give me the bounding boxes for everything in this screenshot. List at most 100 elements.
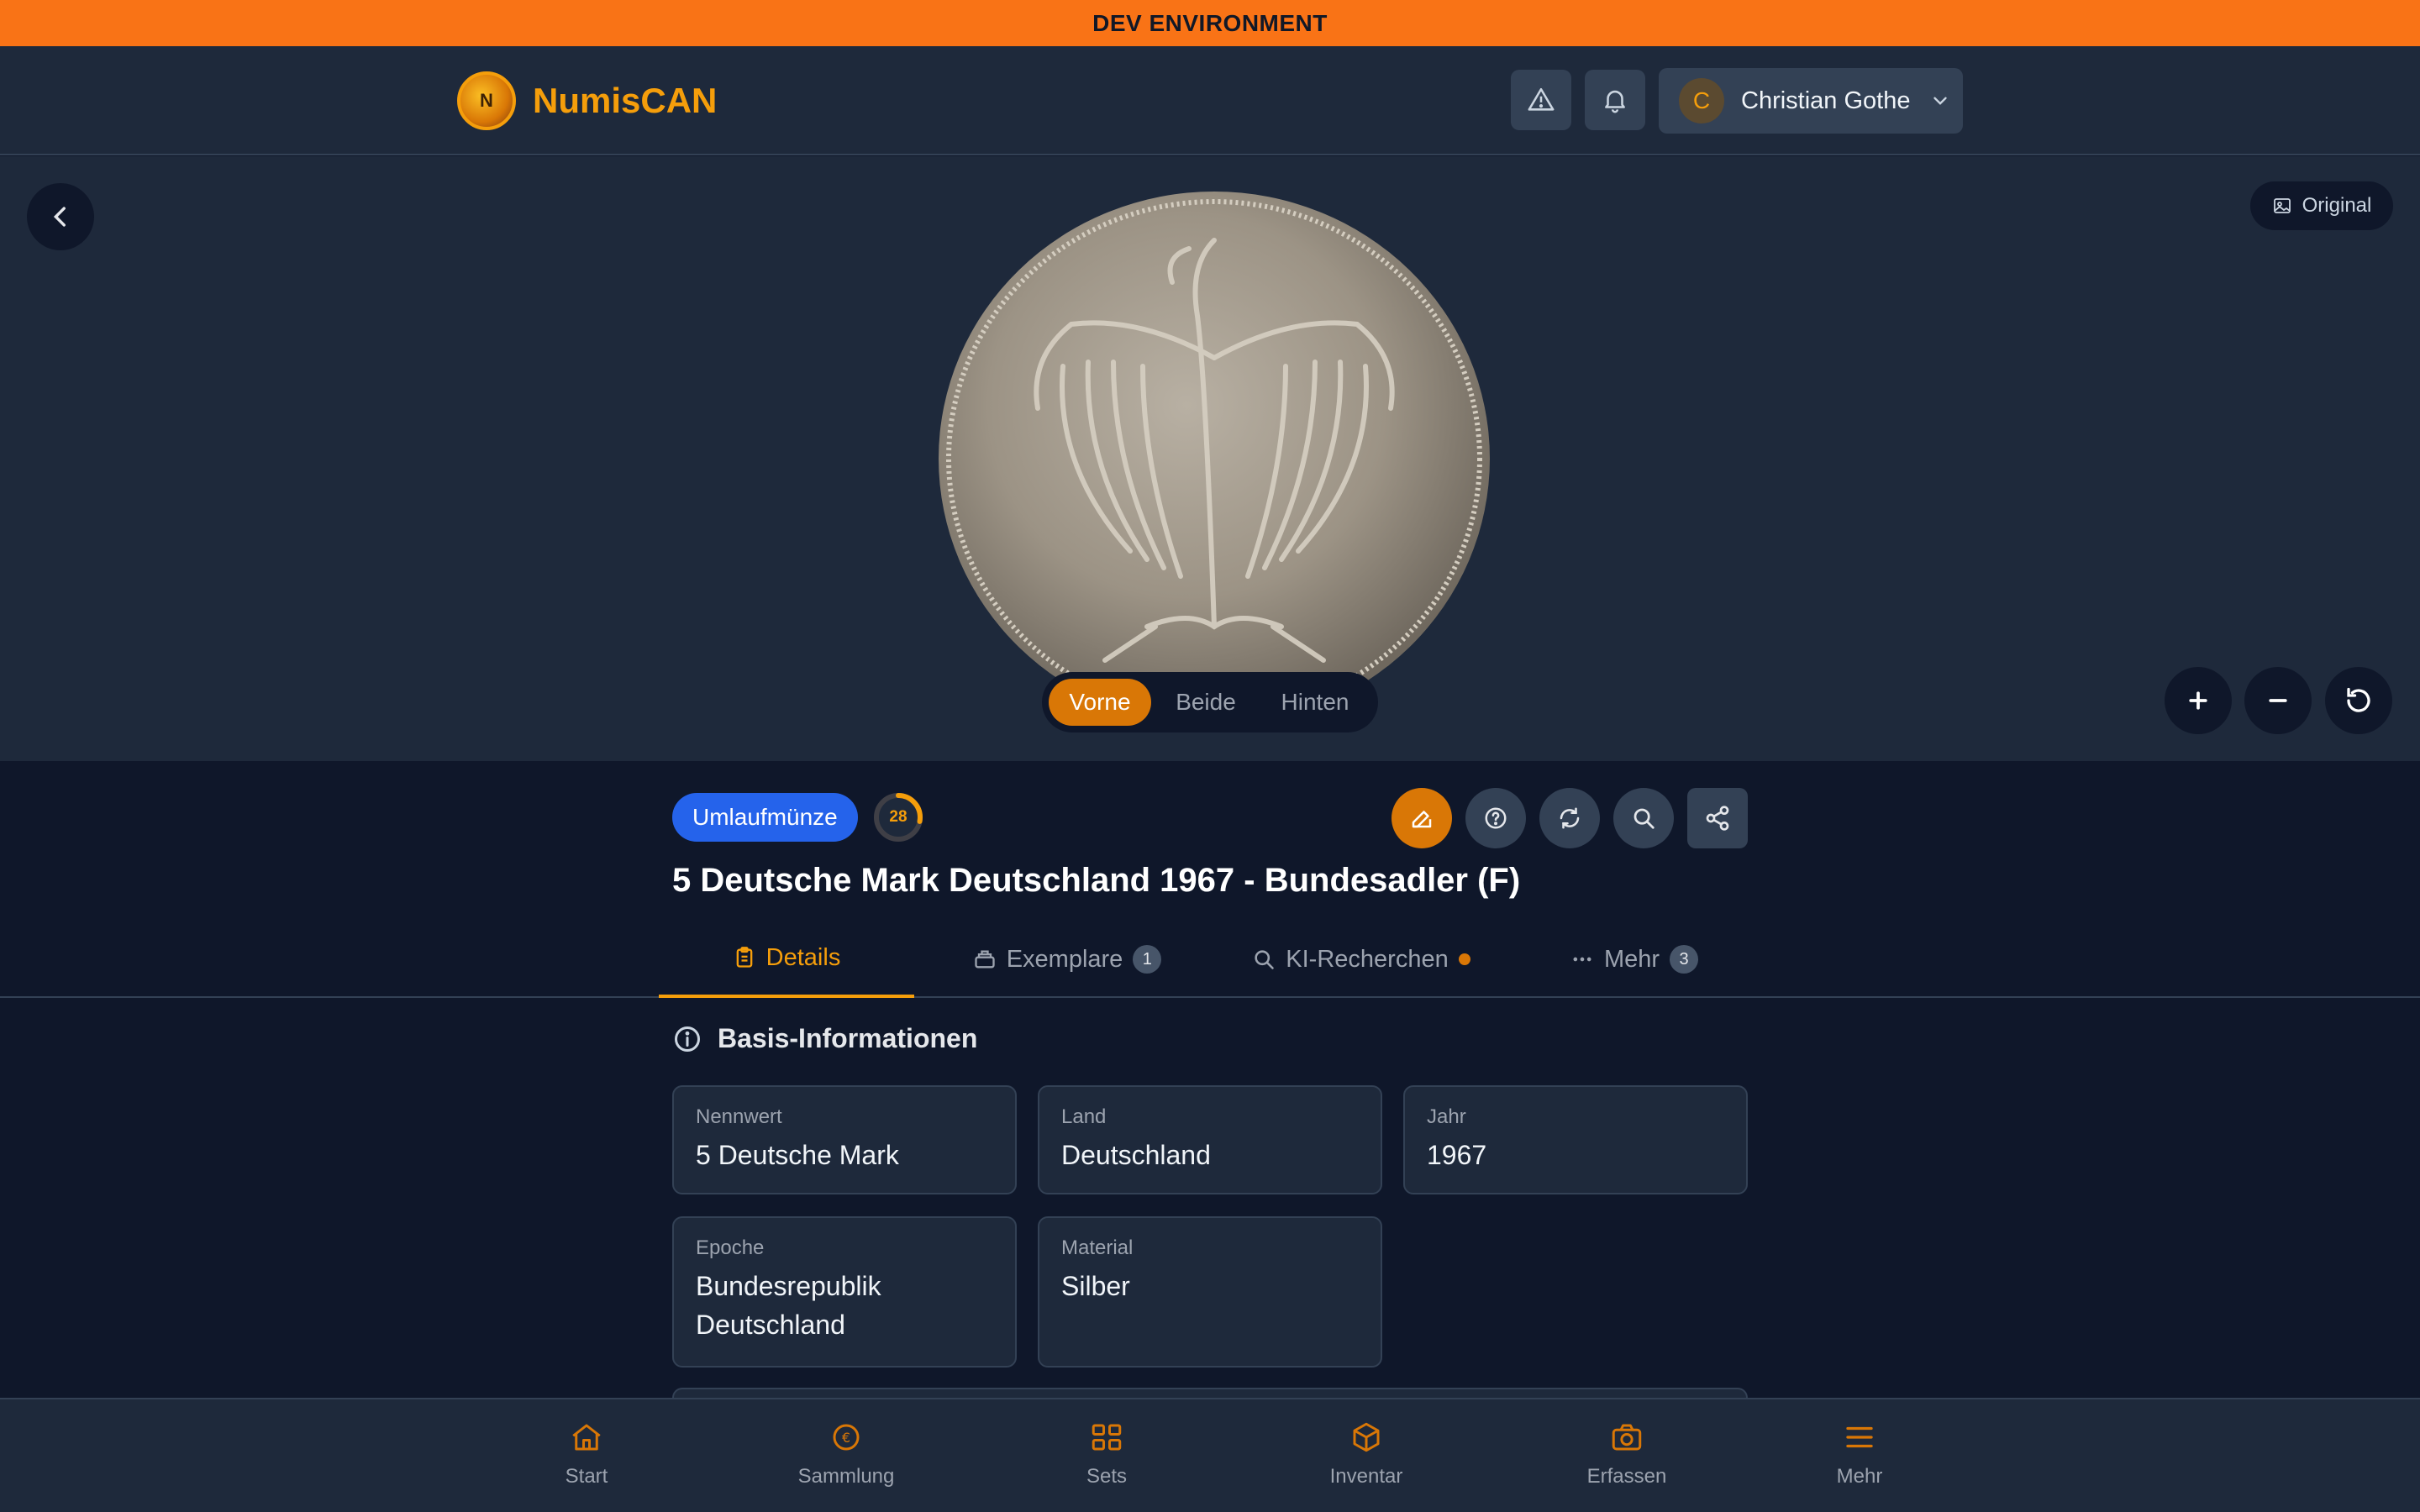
nav-start[interactable]: Start [494,1420,679,1488]
grid-icon [1092,1424,1122,1451]
nav-inventar[interactable]: Inventar [1274,1420,1459,1488]
nav-sets[interactable]: Sets [1014,1420,1199,1488]
svg-text:€: € [842,1430,850,1446]
reset-icon [2347,687,2370,712]
app-logo[interactable]: N NumisCAN [457,71,717,130]
field-land: Land Deutschland [1038,1085,1382,1194]
coin-image [939,192,1490,726]
back-button[interactable] [27,183,94,250]
field-value: 5 Deutsche Mark [696,1140,899,1170]
nav-sammlung[interactable]: € Sammlung [754,1420,939,1488]
search-icon [1255,950,1275,969]
search-icon [1634,808,1655,829]
tab-ki-recherchen[interactable]: KI-Recherchen [1218,921,1504,998]
user-name: Christian Gothe [1741,87,1911,114]
refresh-button[interactable] [1539,788,1600,848]
tab-mehr-label: Mehr [1603,945,1660,973]
nav-label: Start [565,1465,608,1488]
score-value: 28 [889,808,908,826]
chevron-down-icon [1933,97,1947,105]
share-button[interactable] [1687,788,1748,848]
original-label: Original [2302,194,2372,217]
nav-label: Mehr [1836,1465,1883,1488]
tab-exemplare[interactable]: Exemplare 1 [941,921,1193,998]
field-label: Nennwert [696,1105,782,1128]
nav-mehr[interactable]: Mehr [1767,1420,1952,1488]
more-horizontal-icon [1573,957,1591,962]
detail-tabs: Details Exemplare 1 KI-Recherchen Mehr 3 [0,921,2420,998]
score-ring: 28 [872,791,924,843]
search-button[interactable] [1613,788,1674,848]
chevron-left-icon [53,207,66,227]
side-option-front[interactable]: Vorne [1049,679,1151,726]
tab-details[interactable]: Details [659,921,914,998]
nav-label: Sets [1086,1465,1128,1488]
stack-icon [975,950,995,969]
refresh-icon [1560,807,1580,829]
zoom-out-icon [2269,699,2287,702]
app-header: N NumisCAN C Christian Gothe [0,46,2420,155]
field-value: Silber [1061,1271,1130,1301]
image-icon [2273,198,2291,213]
field-nennwert: Nennwert 5 Deutsche Mark [672,1085,1017,1194]
nav-label: Erfassen [1586,1465,1667,1488]
warnings-button[interactable] [1511,70,1571,130]
tab-exemplare-label: Exemplare [1006,945,1123,973]
coin-title: 5 Deutsche Mark Deutschland 1967 - Bunde… [672,862,1521,899]
field-label: Epoche [696,1236,765,1259]
zoom-out-button[interactable] [2244,667,2312,734]
box-icon [1353,1422,1380,1452]
section-title: Basis-Informationen [718,1023,978,1053]
logo-coin-icon: N [457,71,516,130]
field-material: Material Silber [1038,1216,1382,1368]
help-icon [1485,807,1507,829]
field-jahr: Jahr 1967 [1403,1085,1748,1194]
app-name: NumisCAN [533,81,718,120]
share-icon [1706,806,1729,831]
zoom-in-icon [2189,691,2207,710]
logo-letter: N [480,90,493,111]
clipboard-icon [736,947,753,968]
tab-mehr-count: 3 [1670,945,1699,974]
info-icon [675,1026,700,1052]
menu-icon [1846,1426,1873,1448]
bell-icon [1605,90,1625,113]
side-option-back[interactable]: Hinten [1260,679,1370,726]
field-value: 1967 [1427,1140,1487,1170]
field-value: Bundesrepublik Deutschland [696,1271,881,1340]
edit-icon [1412,811,1432,828]
tab-ki-recherchen-indicator [1458,953,1470,965]
edit-button[interactable] [1392,788,1452,848]
coin-icon: € [833,1424,860,1451]
section-header: Basis-Informationen [672,1023,977,1054]
field-epoche: Epoche Bundesrepublik Deutschland [672,1216,1017,1368]
coin-image-viewer[interactable]: Original Vorne Beide Hinten [0,156,2420,761]
nav-label: Inventar [1329,1465,1403,1488]
warning-icon [1528,87,1555,111]
original-image-button[interactable]: Original [2250,181,2393,230]
tab-details-label: Details [765,943,841,971]
avatar: C [1679,78,1724,123]
tab-exemplare-count: 1 [1133,945,1162,974]
nav-erfassen[interactable]: Erfassen [1534,1420,1719,1488]
bottom-navigation: Start € Sammlung Sets Inventar Erfassen … [0,1398,2420,1512]
coin-type-badge: Umlaufmünze [672,793,858,842]
tab-mehr[interactable]: Mehr 3 [1529,921,1739,998]
side-option-both[interactable]: Beide [1151,679,1260,726]
field-label: Land [1061,1105,1107,1128]
tab-ki-recherchen-label: KI-Recherchen [1286,945,1449,973]
field-value: Deutschland [1061,1140,1211,1170]
field-label: Jahr [1427,1105,1466,1128]
home-icon [572,1424,601,1451]
notifications-button[interactable] [1585,70,1645,130]
dev-environment-banner: DEV ENVIRONMENT [0,0,2420,46]
zoom-in-button[interactable] [2165,667,2232,734]
field-label: Material [1061,1236,1134,1259]
coin-detail-content: Umlaufmünze 28 5 Deutsche Mark Deutschla… [0,761,2420,1413]
nav-label: Sammlung [797,1465,895,1488]
coin-side-toggle[interactable]: Vorne Beide Hinten [1042,672,1378,732]
help-button[interactable] [1465,788,1526,848]
camera-icon [1612,1424,1642,1451]
user-menu-button[interactable]: C Christian Gothe [1659,68,1963,134]
reset-zoom-button[interactable] [2325,667,2392,734]
